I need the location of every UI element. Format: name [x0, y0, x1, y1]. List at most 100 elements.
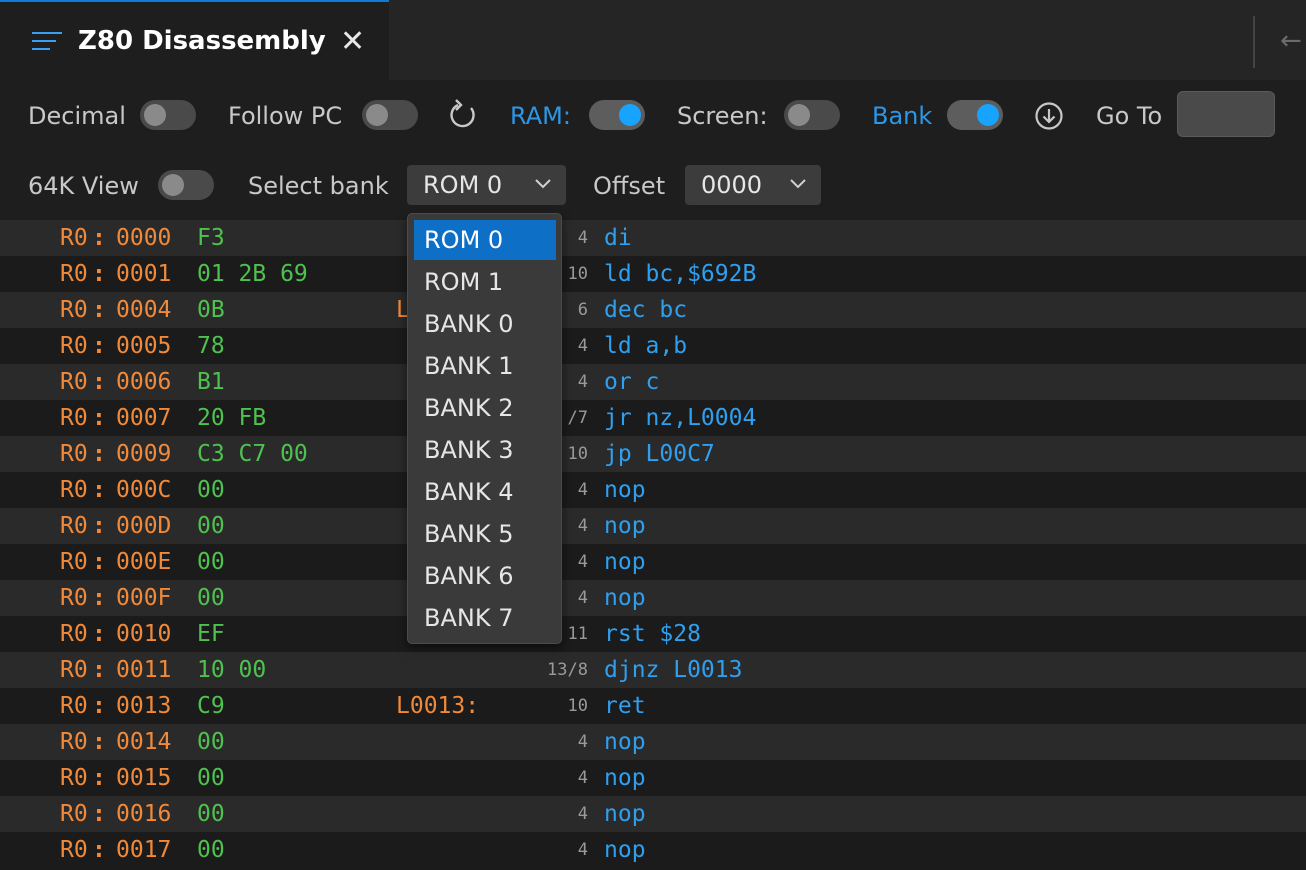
bank-toggle[interactable] — [947, 100, 1003, 130]
instruction-cell: ld a,b — [604, 333, 688, 359]
goto-label: Go To — [1096, 102, 1163, 130]
address-cell: 0010 — [116, 621, 172, 647]
address-cell: 0004 — [116, 297, 172, 323]
cycles-cell: 10 — [567, 444, 588, 464]
list-icon — [32, 32, 62, 52]
dropdown-option[interactable]: BANK 7 — [414, 598, 556, 638]
screen-toggle[interactable] — [784, 100, 840, 130]
ram-toggle[interactable] — [589, 100, 645, 130]
bank-cell: R0 — [60, 729, 88, 755]
dropdown-option[interactable]: BANK 2 — [414, 388, 556, 428]
decimal-toggle[interactable] — [140, 100, 196, 130]
refresh-icon[interactable] — [447, 99, 479, 131]
table-row[interactable]: R0:0006 B1 4 or c — [0, 364, 1306, 400]
cycles-cell: 6 — [577, 300, 588, 320]
address-cell: 0016 — [116, 801, 172, 827]
bytes-cell: F3 — [197, 225, 225, 251]
offset-dropdown[interactable]: 0000 — [685, 165, 821, 205]
table-row[interactable]: R0:0004 0B L 6 dec bc — [0, 292, 1306, 328]
dropdown-option[interactable]: BANK 4 — [414, 472, 556, 512]
instruction-cell: nop — [604, 549, 646, 575]
cycles-cell: 4 — [577, 840, 588, 860]
ram-label: RAM: — [510, 102, 571, 130]
address-cell: 0006 — [116, 369, 172, 395]
tab-divider — [1253, 16, 1255, 68]
table-row[interactable]: R0:0011 10 00 13/8 djnz L0013 — [0, 652, 1306, 688]
toggle-knob — [162, 174, 184, 196]
toggle-knob — [619, 104, 641, 126]
bytes-cell: 00 — [197, 837, 225, 863]
bank-cell: R0 — [60, 441, 88, 467]
dropdown-option[interactable]: BANK 1 — [414, 346, 556, 386]
toggle-knob — [788, 104, 810, 126]
separator-cell: : — [92, 837, 106, 863]
cycles-cell: 4 — [577, 516, 588, 536]
bytes-cell: 00 — [197, 477, 225, 503]
table-row[interactable]: R0:0001 01 2B 69 10 ld bc,$692B — [0, 256, 1306, 292]
table-row[interactable]: R0:000C 00 4 nop — [0, 472, 1306, 508]
download-circle-icon[interactable] — [1033, 100, 1065, 132]
address-cell: 000D — [116, 513, 172, 539]
bank-cell: R0 — [60, 693, 88, 719]
cycles-cell: /7 — [567, 408, 588, 428]
instruction-cell: nop — [604, 585, 646, 611]
cycles-cell: 4 — [577, 768, 588, 788]
address-cell: 0011 — [116, 657, 172, 683]
table-row[interactable]: R0:0007 20 FB/7 jr nz,L0004 — [0, 400, 1306, 436]
disassembly-listing[interactable]: R0:0000 F3 4 di R0:0001 01 2B 69 10 ld bc,$692B… — [0, 220, 1306, 870]
separator-cell: : — [92, 693, 106, 719]
table-row[interactable]: R0:000D 00 4 nop — [0, 508, 1306, 544]
address-cell: 000C — [116, 477, 172, 503]
bytes-cell: 00 — [197, 801, 225, 827]
bytes-cell: 00 — [197, 513, 225, 539]
close-icon[interactable]: ✕ — [340, 20, 365, 64]
select-bank-options: ROM 0 ROM 1 BANK 0 BANK 1 BANK 2 BANK 3 BANK 4… — [407, 213, 562, 644]
bank-cell: R0 — [60, 261, 88, 287]
bytes-cell: 00 — [197, 765, 225, 791]
arrow-left-icon[interactable]: ← — [1280, 26, 1302, 56]
table-row[interactable]: R0:0000 F3 4 di — [0, 220, 1306, 256]
table-row[interactable]: R0:0015 00 4 nop — [0, 760, 1306, 796]
bank-cell: R0 — [60, 225, 88, 251]
select-bank-dropdown[interactable]: ROM 0 — [407, 165, 566, 205]
separator-cell: : — [92, 297, 106, 323]
toolbar: Decimal Follow PC RAM: Screen: Bank Go T… — [0, 80, 1306, 220]
instruction-cell: ld bc,$692B — [604, 261, 757, 287]
table-row[interactable]: R0:0016 00 4 nop — [0, 796, 1306, 832]
dropdown-option[interactable]: BANK 6 — [414, 556, 556, 596]
bank-cell: R0 — [60, 585, 88, 611]
cycles-cell: 4 — [577, 552, 588, 572]
table-row[interactable]: R0:0014 00 4 nop — [0, 724, 1306, 760]
table-row[interactable]: R0:0009 C3 C7 00 10 jp L00C7 — [0, 436, 1306, 472]
follow-pc-toggle[interactable] — [362, 100, 418, 130]
dropdown-option[interactable]: ROM 0 — [414, 220, 556, 260]
chevron-down-icon — [790, 179, 806, 189]
bytes-cell: 20 FB — [197, 405, 267, 431]
bytes-cell: 78 — [197, 333, 225, 359]
64k-view-toggle[interactable] — [158, 170, 214, 200]
offset-label: Offset — [593, 172, 666, 200]
table-row[interactable]: R0:000F 00 4 nop — [0, 580, 1306, 616]
table-row[interactable]: R0:0013 C9 L0013: 10 ret — [0, 688, 1306, 724]
dropdown-option[interactable]: BANK 5 — [414, 514, 556, 554]
bytes-cell: C3 C7 00 — [197, 441, 308, 467]
tab-z80-disassembly[interactable]: Z80 Disassembly ✕ — [0, 0, 389, 80]
dropdown-option[interactable]: ROM 1 — [414, 262, 556, 302]
bank-label: Bank — [872, 102, 933, 130]
dropdown-option[interactable]: BANK 3 — [414, 430, 556, 470]
64k-view-label: 64K View — [28, 172, 139, 200]
separator-cell: : — [92, 585, 106, 611]
instruction-cell: nop — [604, 513, 646, 539]
table-row[interactable]: R0:0017 00 4 nop — [0, 832, 1306, 868]
instruction-cell: nop — [604, 765, 646, 791]
table-row[interactable]: R0:0005 78 4 ld a,b — [0, 328, 1306, 364]
separator-cell: : — [92, 369, 106, 395]
table-row[interactable]: R0:0010 EF 11 rst $28 — [0, 616, 1306, 652]
cycles-cell: 4 — [577, 228, 588, 248]
dropdown-option[interactable]: BANK 0 — [414, 304, 556, 344]
address-cell: 0001 — [116, 261, 172, 287]
table-row[interactable]: R0:000E 00 4 nop — [0, 544, 1306, 580]
cycles-cell: 4 — [577, 336, 588, 356]
bank-cell: R0 — [60, 333, 88, 359]
goto-input[interactable] — [1177, 91, 1275, 137]
